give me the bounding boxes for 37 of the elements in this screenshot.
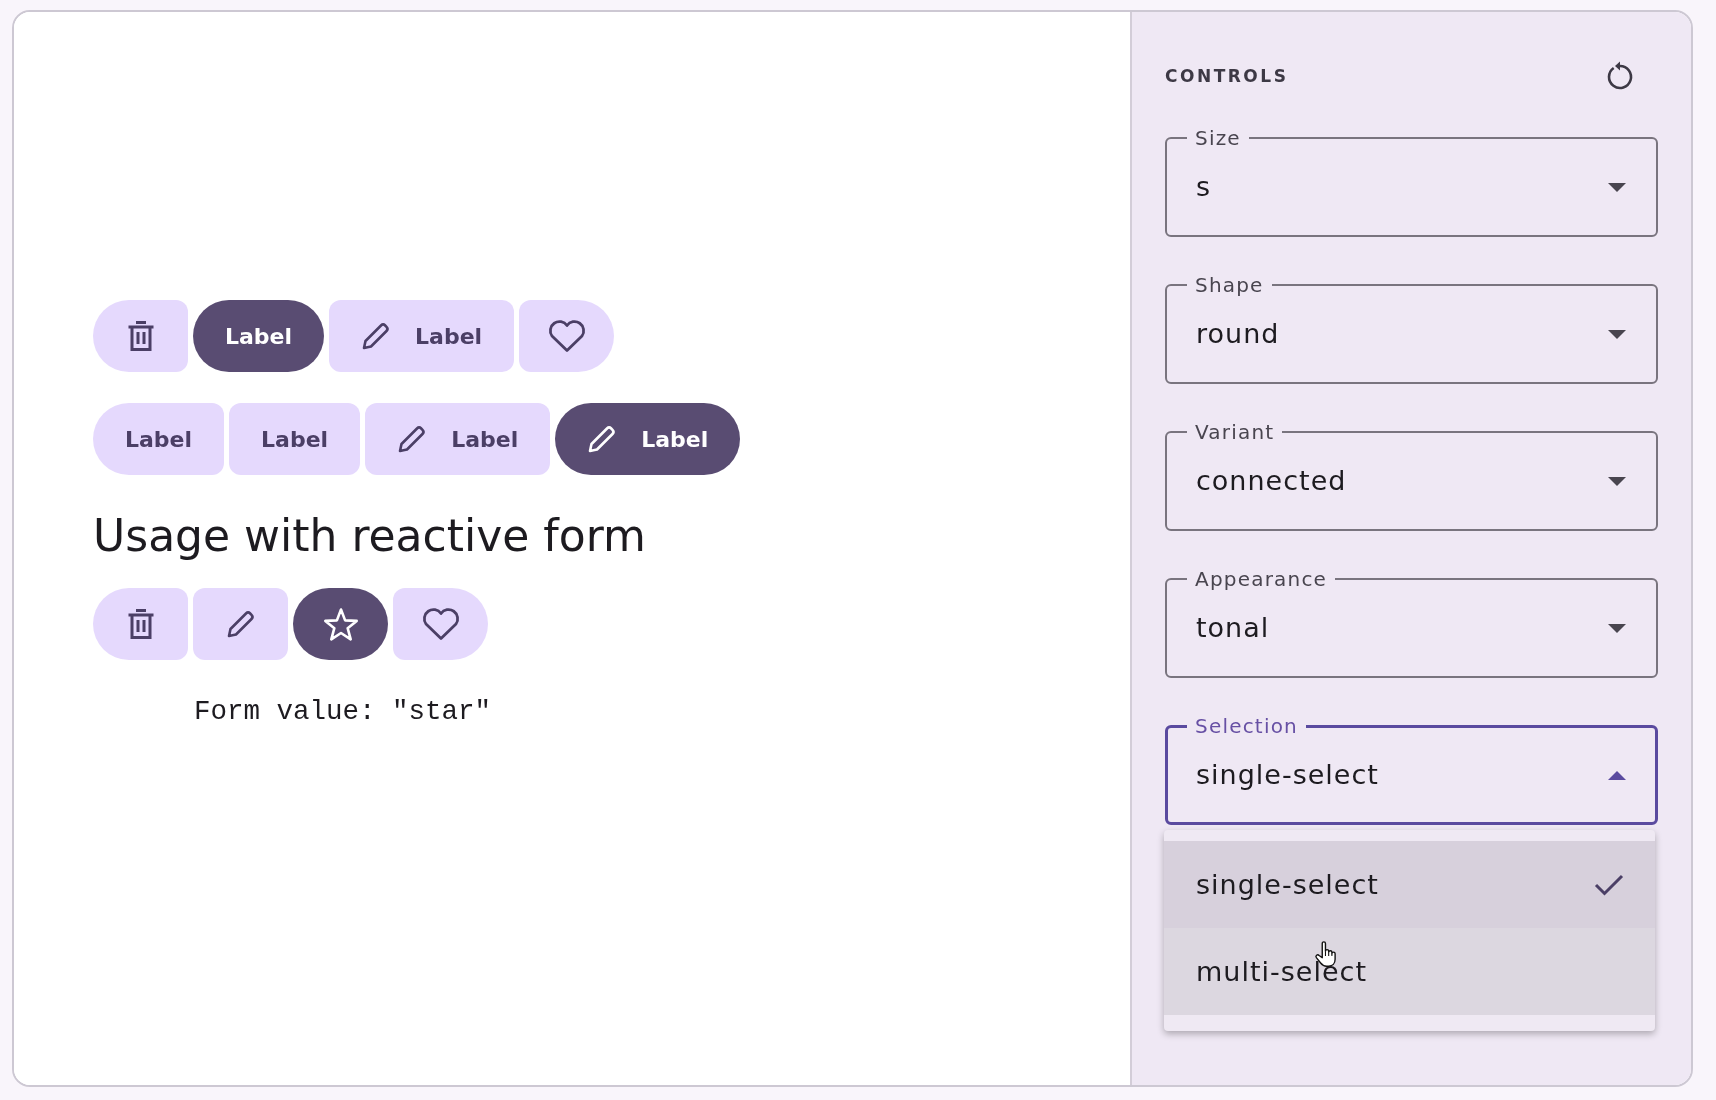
dropdown-arrow-icon — [1608, 476, 1626, 486]
pencil-icon — [361, 321, 392, 351]
field-value: single-select — [1196, 758, 1379, 792]
trash-icon — [126, 608, 155, 640]
field-value: tonal — [1196, 611, 1270, 645]
segment-button[interactable] — [93, 300, 188, 372]
heart-icon — [546, 319, 587, 353]
segment-button[interactable]: Label — [193, 300, 325, 372]
section-heading: Usage with reactive form — [93, 509, 646, 563]
dropdown-option[interactable]: multi-select — [1164, 928, 1655, 1015]
segment-button[interactable]: Label — [93, 403, 225, 475]
pencil-icon — [587, 424, 618, 454]
dropdown-arrow-icon — [1608, 182, 1626, 192]
field-value: connected — [1196, 464, 1347, 498]
segment-button[interactable]: Label — [365, 403, 551, 475]
form-value-text: Form value: "star" — [194, 696, 492, 728]
segment-button[interactable]: Label — [329, 300, 515, 372]
field-value: s — [1196, 170, 1212, 204]
heart-icon — [420, 607, 461, 641]
star-icon — [321, 606, 360, 642]
checkmark-icon — [1594, 873, 1624, 896]
dropdown-option[interactable]: single-select — [1164, 841, 1655, 928]
pencil-icon — [397, 424, 428, 454]
segment-button[interactable]: Label — [555, 403, 741, 475]
dropdown-arrow-icon — [1608, 770, 1626, 780]
trash-icon — [126, 320, 155, 352]
segment-button[interactable] — [93, 588, 188, 660]
pencil-icon — [225, 609, 256, 639]
dropdown-arrow-icon — [1608, 623, 1626, 633]
reset-icon — [1605, 61, 1635, 91]
panel-title: CONTROLS — [1165, 65, 1289, 87]
segment-button[interactable] — [393, 588, 488, 660]
segment-button[interactable] — [193, 588, 288, 660]
dropdown-arrow-icon — [1608, 329, 1626, 339]
field-value: round — [1196, 317, 1280, 351]
segment-button[interactable]: Label — [229, 403, 361, 475]
segment-button[interactable] — [519, 300, 615, 372]
